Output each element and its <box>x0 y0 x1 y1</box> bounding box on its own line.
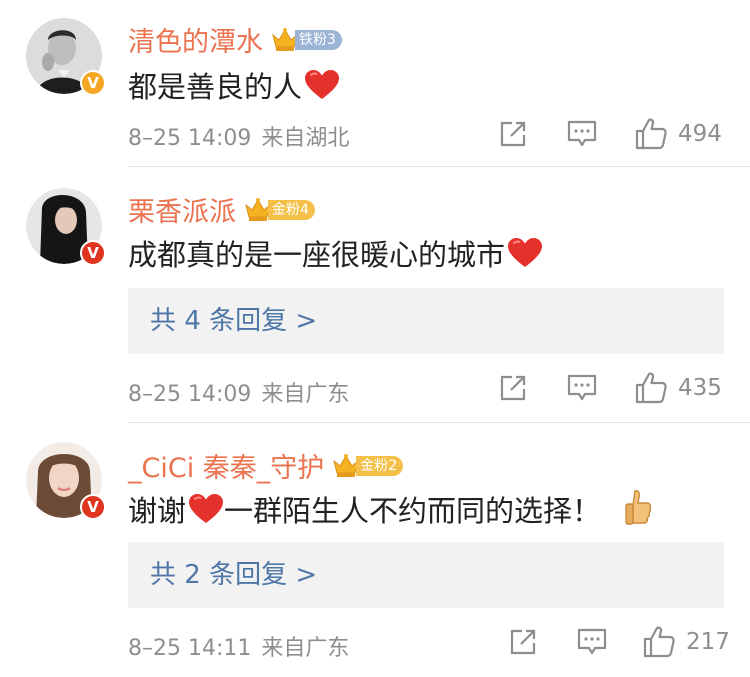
thumbs-up-icon <box>634 117 668 151</box>
location: 来自广东 <box>261 636 350 661</box>
fan-badge-label: 金粉4 <box>268 199 315 220</box>
comment-text: 谢谢 一群陌生人不约而同的选择！ <box>128 488 653 530</box>
comment-text-content: 成都真的是一座很暖心的城市 <box>128 238 506 272</box>
fan-badge: 金粉4 <box>244 197 315 223</box>
red-heart-emoji-icon <box>188 493 224 525</box>
verified-v-icon: V <box>80 70 106 96</box>
like-button[interactable]: 217 <box>642 622 730 662</box>
fan-badge-label: 金粉2 <box>356 455 404 476</box>
username[interactable]: _CiCi 秦秦_守护 金粉2 <box>128 446 404 485</box>
comment-icon <box>576 627 608 657</box>
verified-v-icon: V <box>80 240 106 266</box>
thumbs-up-emoji-icon <box>625 490 652 525</box>
thumbs-up-icon <box>634 371 668 405</box>
like-count: 494 <box>678 121 722 147</box>
comment-meta: 8–25 14:09 来自湖北 <box>128 120 349 152</box>
like-button[interactable]: 435 <box>634 368 722 408</box>
reply-button[interactable] <box>566 114 598 154</box>
view-replies-link[interactable]: 共 2 条回复 > <box>128 542 724 608</box>
fan-badge: 铁粉3 <box>271 27 342 53</box>
username-text[interactable]: 清色的潭水 <box>128 20 263 59</box>
share-button[interactable] <box>508 622 538 662</box>
comment-text: 都是善良的人 <box>128 64 340 106</box>
red-heart-emoji-icon <box>304 69 340 101</box>
share-button[interactable] <box>498 368 528 408</box>
comment-icon <box>566 119 598 149</box>
fan-badge: 金粉2 <box>332 453 404 479</box>
timestamp: 8–25 14:11 <box>128 636 252 661</box>
like-count: 435 <box>678 375 722 401</box>
divider <box>128 422 750 423</box>
comment-meta: 8–25 14:09 来自广东 <box>128 376 349 408</box>
comment-actions: 435 <box>498 368 728 408</box>
red-heart-emoji-icon <box>507 237 543 269</box>
avatar[interactable]: V <box>26 188 106 266</box>
timestamp: 8–25 14:09 <box>128 126 252 151</box>
share-icon <box>498 373 528 403</box>
share-icon <box>498 119 528 149</box>
verified-v-icon: V <box>80 494 106 520</box>
comment-actions: 494 <box>498 114 728 154</box>
view-replies-label[interactable]: 共 4 条回复 > <box>150 306 317 336</box>
comment-meta: 8–25 14:11 来自广东 <box>128 630 349 662</box>
location: 来自广东 <box>261 382 350 407</box>
thumbs-up-icon <box>642 625 676 659</box>
username-text[interactable]: 栗香派派 <box>128 190 236 229</box>
reply-button[interactable] <box>576 622 608 662</box>
view-replies-link[interactable]: 共 4 条回复 > <box>128 288 724 354</box>
timestamp: 8–25 14:09 <box>128 382 252 407</box>
username[interactable]: 清色的潭水 铁粉3 <box>128 20 342 59</box>
comment-actions: 217 <box>498 622 730 662</box>
like-count: 217 <box>686 629 730 655</box>
view-replies-label[interactable]: 共 2 条回复 > <box>150 560 317 590</box>
username[interactable]: 栗香派派 金粉4 <box>128 190 315 229</box>
like-button[interactable]: 494 <box>634 114 722 154</box>
username-text[interactable]: _CiCi 秦秦_守护 <box>128 446 324 485</box>
comment-text: 成都真的是一座很暖心的城市 <box>128 232 543 274</box>
comment-text-before: 谢谢 <box>128 494 187 528</box>
comment-icon <box>566 373 598 403</box>
fan-badge-label: 铁粉3 <box>295 29 342 50</box>
comment-text-content: 都是善良的人 <box>128 70 303 104</box>
avatar[interactable]: V <box>26 442 106 520</box>
reply-button[interactable] <box>566 368 598 408</box>
comment-text-after: 一群陌生人不约而同的选择！ <box>224 494 602 528</box>
share-icon <box>508 627 538 657</box>
divider <box>128 166 750 167</box>
avatar[interactable]: V <box>26 18 106 96</box>
share-button[interactable] <box>498 114 528 154</box>
location: 来自湖北 <box>261 126 350 151</box>
